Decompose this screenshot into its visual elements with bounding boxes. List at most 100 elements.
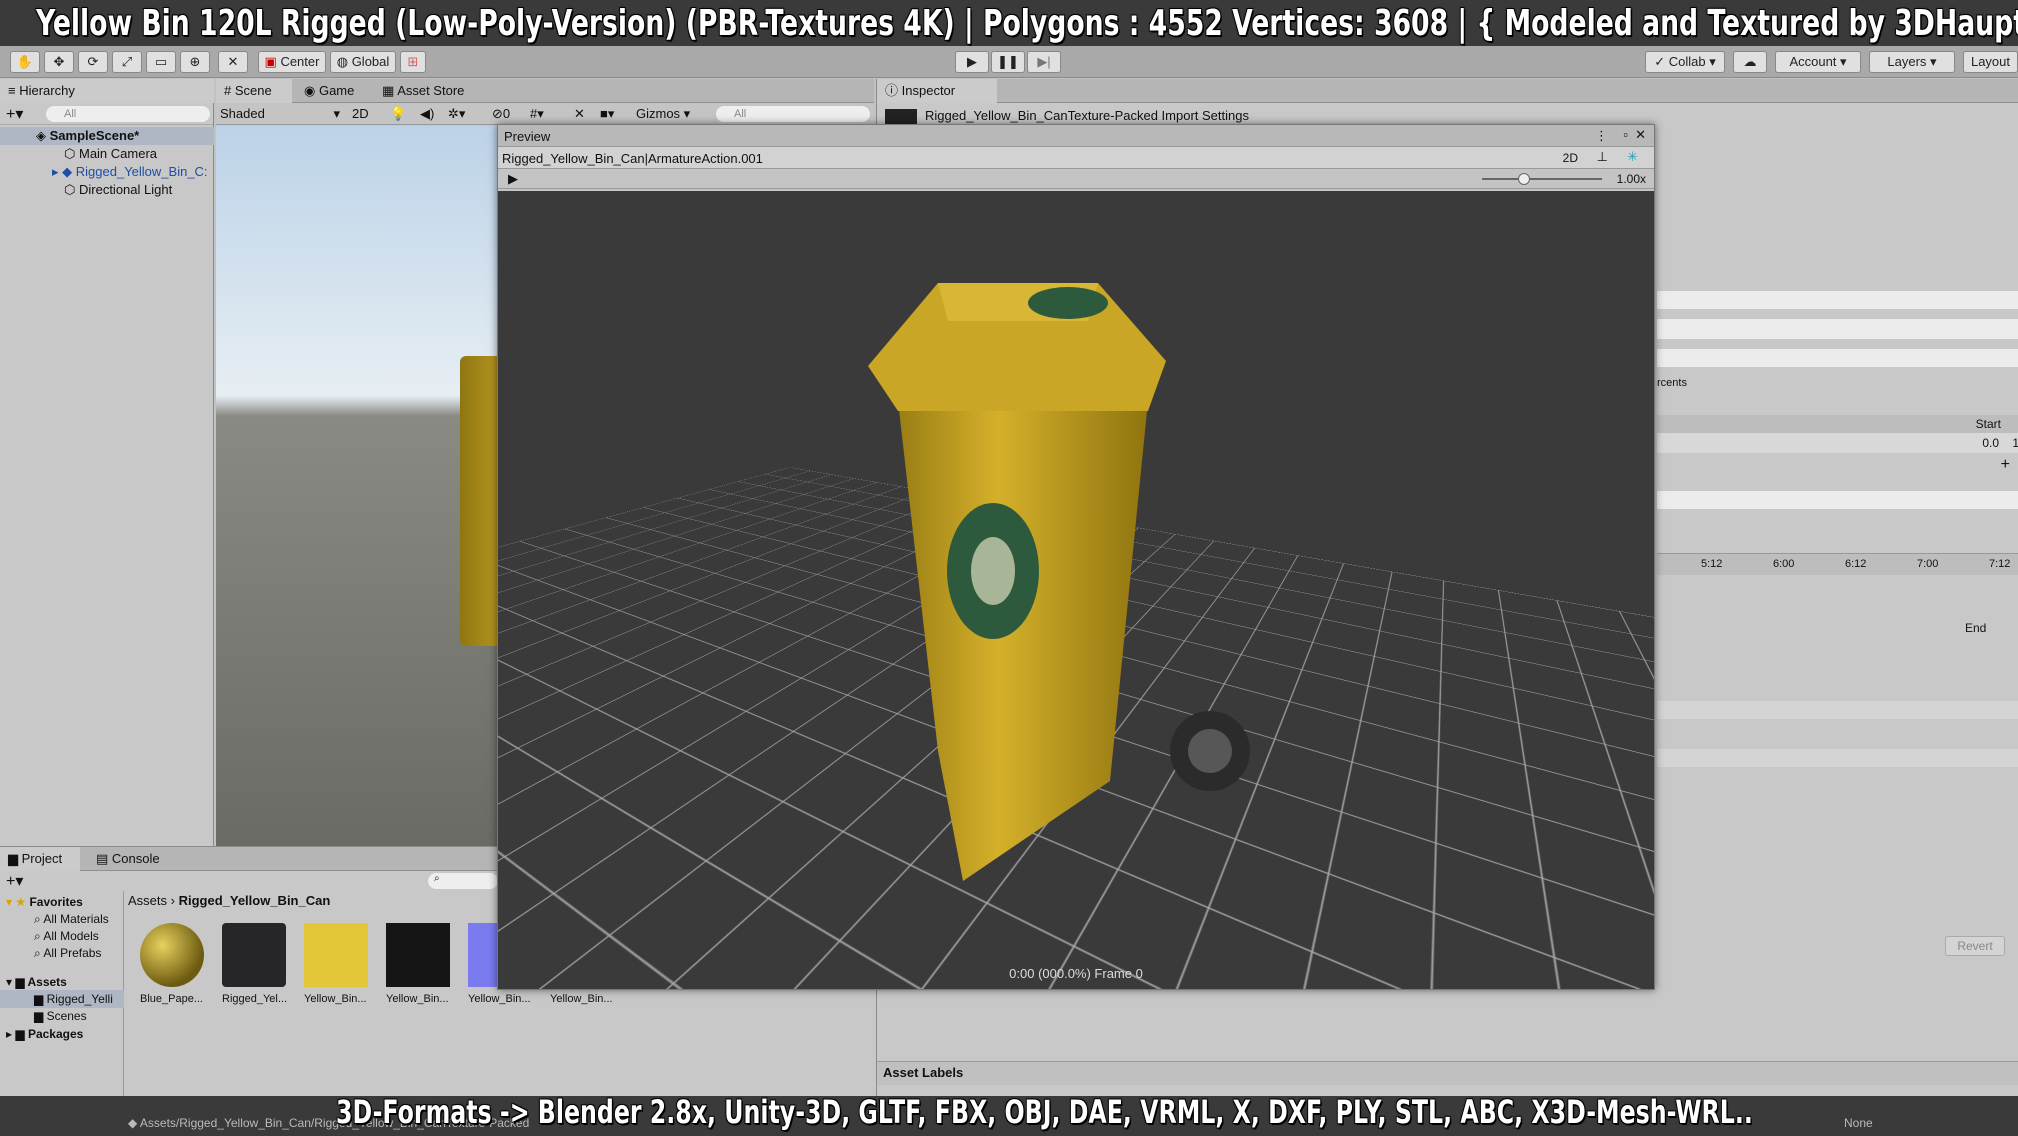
formats-overlay-text: 3D-Formats -> Blender 2.8x, Unity-3D, GL… (336, 1092, 1753, 1132)
prefab-icon: ▸ ◆ (52, 164, 72, 179)
tab-hierarchy[interactable]: ≡ Hierarchy (0, 79, 214, 103)
hierarchy-search-row: +▾ All (0, 103, 213, 125)
prefab-icon: ◆ (128, 1116, 137, 1130)
transform-tool-button[interactable]: ⊕ (180, 51, 210, 73)
asset-thumb[interactable]: Blue_Pape... (140, 923, 210, 1005)
scene-search-input[interactable]: All (716, 106, 870, 122)
preview-viewport[interactable]: 0:00 (000.0%) Frame 0 (498, 191, 1654, 989)
timeline-ruler[interactable]: 5:12 6:00 6:12 7:00 7:12 (1657, 553, 2018, 575)
hand-tool-button[interactable]: ✋ (10, 51, 40, 73)
preview-clip-bar: Rigged_Yellow_Bin_Can|ArmatureAction.001… (498, 147, 1654, 169)
asset-thumb[interactable]: Yellow_Bin... (386, 923, 456, 1005)
end-label: End (1965, 621, 1986, 635)
layers-dropdown[interactable]: Layers ▾ (1869, 51, 1955, 73)
folder-item[interactable]: ▆ Rigged_Yelli (0, 990, 124, 1008)
hierarchy-item[interactable]: ⬡ Directional Light (0, 181, 172, 199)
gizmos-dropdown[interactable]: Gizmos ▾ (636, 104, 690, 124)
preview-play-button[interactable]: ▶ (508, 171, 518, 187)
maximize-icon[interactable]: ▫ (1623, 127, 1628, 142)
2d-toggle[interactable]: 2D (1563, 151, 1578, 165)
pause-button[interactable]: ❚❚ (991, 51, 1025, 73)
preview-window: Preview ⋮ ▫ ✕ Rigged_Yellow_Bin_Can|Arma… (497, 124, 1655, 990)
rect-tool-button[interactable]: ▭ (146, 51, 176, 73)
layout-dropdown[interactable]: Layout (1963, 51, 2018, 73)
tools-toggle-icon[interactable]: ✕ (574, 104, 585, 124)
timeline-tick: 7:12 (1989, 558, 2010, 570)
tab-inspector[interactable]: ⓘ Inspector (877, 79, 997, 103)
hierarchy-item[interactable]: ▸ ◆ Rigged_Yellow_Bin_C: (0, 163, 208, 181)
hierarchy-tabbar: ≡ Hierarchy (0, 79, 213, 103)
hierarchy-search-input[interactable]: All (46, 106, 210, 122)
account-dropdown[interactable]: Account ▾ (1775, 51, 1861, 73)
close-icon[interactable]: ✕ (1635, 127, 1646, 143)
folder-item[interactable]: ▆ Scenes (0, 1007, 87, 1025)
asset-thumb[interactable]: Yellow_Bin... (304, 923, 374, 1005)
console-icon: ▤ (96, 851, 108, 866)
speed-slider[interactable] (1482, 178, 1602, 180)
tab-game[interactable]: ◉ Game (296, 79, 362, 103)
effects-toggle-icon[interactable]: ✲▾ (448, 104, 465, 124)
step-button[interactable]: ▶| (1027, 51, 1061, 73)
scene-root-item[interactable]: ◈ SampleScene* (0, 127, 214, 145)
snap-button[interactable]: ⊞ (400, 51, 426, 73)
play-button[interactable]: ▶ (955, 51, 989, 73)
lighting-toggle-icon[interactable]: 💡 (390, 104, 406, 124)
inspector-field-bar (1657, 749, 2018, 767)
2d-toggle[interactable]: 2D (352, 104, 369, 124)
inspector-field-bar (1657, 491, 2018, 509)
add-clip-button[interactable]: + (2001, 456, 2010, 474)
audio-toggle-icon[interactable]: ◀) (420, 104, 434, 124)
project-search-input[interactable]: ⌕ (428, 873, 498, 889)
scale-tool-button[interactable]: ⤢ (112, 51, 142, 73)
breadcrumb-folder[interactable]: Rigged_Yellow_Bin_Can (179, 893, 331, 908)
tab-console[interactable]: ▤ Console (88, 847, 168, 871)
asset-labels-bar: Asset Labels (877, 1061, 2018, 1085)
tab-asset-store[interactable]: ▦ Asset Store (374, 79, 472, 103)
revert-button[interactable]: Revert (1945, 936, 2005, 956)
asset-thumb[interactable]: Rigged_Yel... (222, 923, 292, 1005)
add-icon[interactable]: +▾ (6, 104, 23, 124)
global-button[interactable]: ◍ Global (330, 51, 396, 73)
preview-titlebar[interactable]: Preview ⋮ ▫ ✕ (498, 125, 1654, 147)
cloud-button[interactable]: ☁ (1733, 51, 1767, 73)
favorites-item[interactable]: ▾ ★ Favorites (0, 893, 83, 911)
tab-project[interactable]: ▆ Project (0, 847, 80, 871)
percents-label: rcents (1657, 377, 1687, 389)
breadcrumb-assets[interactable]: Assets (128, 893, 167, 908)
timeline-tick: 5:12 (1701, 558, 1722, 570)
speed-slider-knob[interactable] (1518, 173, 1530, 185)
start-value: 0.0 (1982, 436, 1999, 450)
hierarchy-panel: ≡ Hierarchy +▾ All ◈ SampleScene* ⬡ Main… (0, 79, 214, 846)
packages-folder-item[interactable]: ▸ ▆ Packages (0, 1025, 83, 1043)
grid-toggle-icon[interactable]: #▾ (530, 104, 544, 124)
list-icon: ≡ (8, 83, 16, 98)
folder-icon: ▆ (34, 1009, 43, 1023)
menu-dots-icon[interactable]: ⋮ (1595, 128, 1608, 144)
favorite-item[interactable]: ⌕ All Models (0, 927, 99, 945)
custom-tool-button[interactable]: ✕ (218, 51, 248, 73)
folder-icon: ▸ ▆ (6, 1027, 25, 1041)
avatar-toggle-icon[interactable]: ✳ (1627, 149, 1638, 165)
move-tool-button[interactable]: ✥ (44, 51, 74, 73)
recycle-logo-icon (1028, 287, 1108, 319)
pivot-toggle-icon[interactable]: ⊥ (1597, 149, 1608, 165)
texture-thumb-icon (304, 923, 368, 987)
camera-dropdown-icon[interactable]: ■▾ (600, 104, 614, 124)
hierarchy-item[interactable]: ⬡ Main Camera (0, 145, 157, 163)
tab-scene[interactable]: # Scene (216, 79, 292, 103)
collab-button[interactable]: ✓ Collab ▾ (1645, 51, 1725, 73)
center-pivot-button[interactable]: ▣ Center (258, 51, 326, 73)
shading-dropdown[interactable]: Shaded ▾ (220, 104, 344, 124)
favorite-item[interactable]: ⌕ All Prefabs (0, 944, 101, 962)
hidden-objects-toggle[interactable]: ⊘0 (492, 104, 510, 124)
favorite-item[interactable]: ⌕ All Materials (0, 910, 109, 928)
project-tree: ▾ ★ Favorites ⌕ All Materials ⌕ All Mode… (0, 891, 124, 1097)
add-icon[interactable]: +▾ (6, 871, 23, 891)
inspector-title: Rigged_Yellow_Bin_CanTexture-Packed Impo… (925, 108, 1249, 123)
assets-folder-item[interactable]: ▾ ▆ Assets (0, 973, 67, 991)
clip-list-row[interactable]: 0.0 1 (1657, 433, 2018, 453)
rotate-tool-button[interactable]: ⟳ (78, 51, 108, 73)
preview-playback-bar: ▶ 1.00x (498, 169, 1654, 189)
inspector-tabbar: ⓘ Inspector (877, 79, 2018, 103)
star-icon: ▾ ★ (6, 895, 26, 909)
